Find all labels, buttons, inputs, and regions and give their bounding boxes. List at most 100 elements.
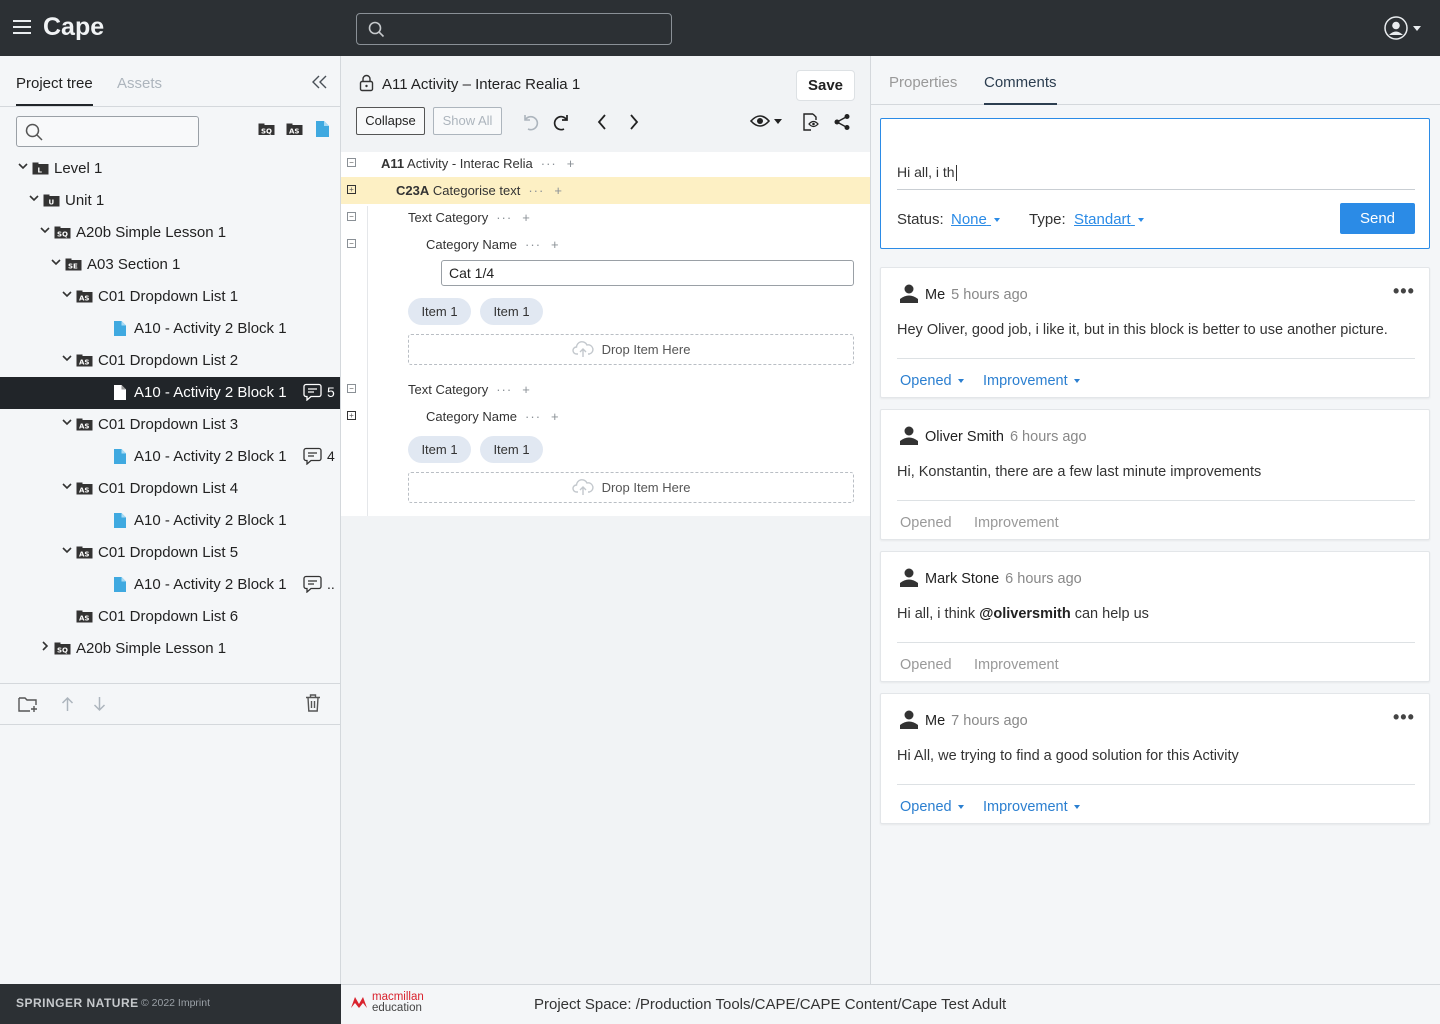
tab-comments[interactable]: Comments [984, 74, 1057, 105]
editor-row-block[interactable]: + C23A Categorise text ··· + [341, 177, 870, 204]
editor-row-category-name[interactable]: − Category Name ··· + [341, 231, 870, 258]
add-folder-icon[interactable] [18, 695, 39, 713]
more-icon[interactable]: ··· [525, 237, 541, 252]
chevron-left-icon[interactable] [597, 114, 607, 130]
editor-row-category-name[interactable]: + Category Name ··· + [341, 403, 870, 430]
send-button[interactable]: Send [1340, 203, 1415, 234]
tree-node[interactable]: U Unit 1 [0, 185, 340, 217]
user-menu[interactable] [1384, 16, 1421, 45]
collapse-toggle-icon[interactable]: − [347, 212, 356, 221]
expand-toggle-icon[interactable]: + [347, 411, 356, 420]
tree-node[interactable]: A10 - Activity 2 Block 1 5 [0, 377, 340, 409]
status-dropdown[interactable]: None [951, 211, 1001, 228]
tree-node[interactable]: L Level 1 [0, 153, 340, 185]
move-down-icon[interactable] [93, 696, 106, 712]
comment-count-badge[interactable]: .. [303, 575, 335, 596]
collapse-button[interactable]: Collapse [356, 107, 425, 135]
global-search-input[interactable] [356, 13, 672, 45]
more-options-icon[interactable]: ••• [1393, 707, 1415, 728]
item-chip[interactable]: Item 1 [480, 298, 543, 325]
collapse-panel-icon[interactable] [312, 75, 327, 89]
drop-zone[interactable]: Drop Item Here [408, 334, 854, 365]
tree-node[interactable]: A10 - Activity 2 Block 1 4 [0, 441, 340, 473]
tab-properties[interactable]: Properties [889, 74, 957, 91]
collapse-toggle-icon[interactable]: − [347, 158, 356, 167]
chevron-right-icon[interactable] [629, 114, 639, 130]
chevron-down-icon[interactable] [62, 353, 72, 363]
file-filter-icon[interactable] [316, 121, 329, 137]
comment-type-dropdown[interactable]: Improvement [983, 373, 1080, 389]
save-button[interactable]: Save [796, 70, 855, 101]
tree-node[interactable]: SQ A20b Simple Lesson 1 [0, 633, 340, 665]
comment-type-dropdown[interactable]: Improvement [983, 799, 1080, 815]
comment-input[interactable]: Hi all, i th [897, 164, 957, 182]
show-all-button[interactable]: Show All [433, 107, 502, 135]
tree-node[interactable]: AS C01 Dropdown List 1 [0, 281, 340, 313]
tree-node[interactable]: A10 - Activity 2 Block 1 [0, 313, 340, 345]
editor-row-text-category[interactable]: − Text Category ··· + [341, 376, 870, 403]
add-icon[interactable]: + [567, 156, 575, 171]
chevron-down-icon[interactable] [51, 257, 61, 267]
more-icon[interactable]: ··· [496, 210, 512, 225]
chevron-down-icon[interactable] [18, 161, 28, 171]
comment-count-badge[interactable]: 5 [303, 383, 335, 404]
chevron-down-icon[interactable] [40, 225, 50, 235]
as-filter-icon[interactable]: AS [286, 123, 303, 136]
user-icon [900, 568, 918, 587]
redo-icon[interactable] [553, 113, 571, 131]
tab-project-tree[interactable]: Project tree [16, 75, 93, 106]
delete-icon[interactable] [305, 694, 321, 712]
tab-assets[interactable]: Assets [117, 75, 162, 92]
tree-node[interactable]: AS C01 Dropdown List 6 [0, 601, 340, 633]
item-chip[interactable]: Item 1 [480, 436, 543, 463]
more-icon[interactable]: ··· [525, 409, 541, 424]
chevron-down-icon[interactable] [29, 193, 39, 203]
hamburger-menu-icon[interactable] [13, 20, 31, 34]
move-up-icon[interactable] [61, 696, 74, 712]
editor-row-text-category[interactable]: − Text Category ··· + [341, 204, 870, 231]
expand-toggle-icon[interactable]: + [347, 185, 356, 194]
tree-node[interactable]: SE A03 Section 1 [0, 249, 340, 281]
tree-node[interactable]: AS C01 Dropdown List 4 [0, 473, 340, 505]
lock-icon[interactable] [359, 74, 374, 92]
item-chip[interactable]: Item 1 [408, 298, 471, 325]
user-mention[interactable]: @oliversmith [979, 606, 1071, 622]
tree-node[interactable]: AS C01 Dropdown List 3 [0, 409, 340, 441]
item-chip[interactable]: Item 1 [408, 436, 471, 463]
chevron-down-icon[interactable] [62, 289, 72, 299]
add-icon[interactable]: + [551, 409, 559, 424]
share-icon[interactable] [833, 113, 851, 131]
comment-status-dropdown[interactable]: Opened [900, 799, 964, 815]
editor-row-root[interactable]: − A11 Activity - Interac Relia ··· + [341, 150, 870, 177]
drop-zone[interactable]: Drop Item Here [408, 472, 854, 503]
as-folder-icon: AS [76, 546, 93, 563]
chevron-down-icon[interactable] [62, 545, 72, 555]
preview-document-icon[interactable] [802, 113, 819, 131]
sq-filter-icon[interactable]: SQ [258, 123, 275, 136]
add-icon[interactable]: + [551, 237, 559, 252]
tree-node[interactable]: AS C01 Dropdown List 2 [0, 345, 340, 377]
category-name-input[interactable]: Cat 1/4 [441, 260, 854, 286]
type-dropdown[interactable]: Standart [1074, 211, 1144, 228]
comment-count-badge[interactable]: 4 [303, 447, 335, 468]
tree-node[interactable]: A10 - Activity 2 Block 1.. [0, 569, 340, 601]
add-icon[interactable]: + [522, 382, 530, 397]
preview-menu[interactable] [749, 114, 782, 131]
chevron-right-icon[interactable] [40, 641, 50, 651]
comment-status-dropdown[interactable]: Opened [900, 373, 964, 389]
more-icon[interactable]: ··· [528, 183, 544, 198]
collapse-toggle-icon[interactable]: − [347, 239, 356, 248]
chevron-down-icon[interactable] [62, 417, 72, 427]
collapse-toggle-icon[interactable]: − [347, 384, 356, 393]
more-icon[interactable]: ··· [496, 382, 512, 397]
add-icon[interactable]: + [522, 210, 530, 225]
undo-icon[interactable] [521, 113, 539, 131]
more-icon[interactable]: ··· [541, 156, 557, 171]
more-options-icon[interactable]: ••• [1393, 281, 1415, 302]
tree-node[interactable]: SQ A20b Simple Lesson 1 [0, 217, 340, 249]
tree-search-input[interactable] [16, 116, 199, 147]
add-icon[interactable]: + [554, 183, 562, 198]
tree-node[interactable]: AS C01 Dropdown List 5 [0, 537, 340, 569]
chevron-down-icon[interactable] [62, 481, 72, 491]
tree-node[interactable]: A10 - Activity 2 Block 1 [0, 505, 340, 537]
